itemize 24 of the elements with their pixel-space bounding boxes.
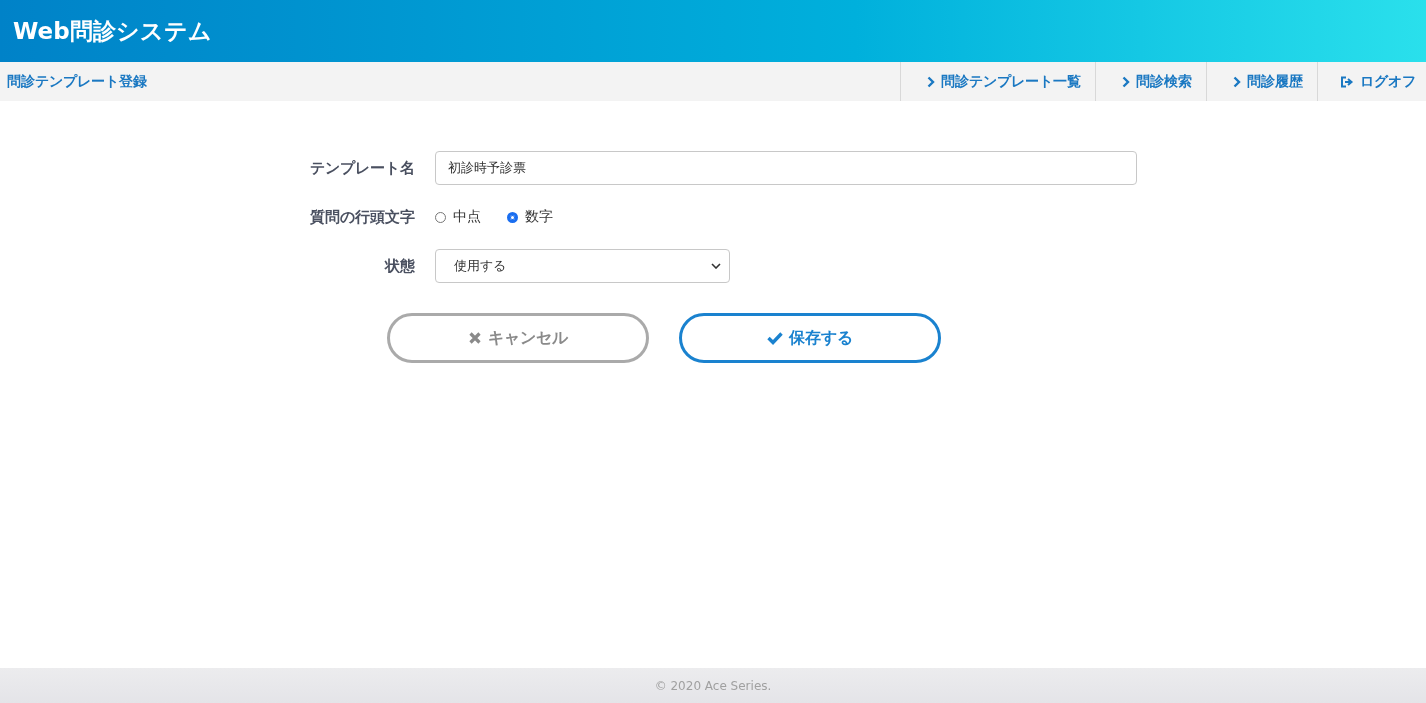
chevron-down-icon [711,263,721,269]
status-select[interactable]: 使用する [435,249,730,283]
check-icon [767,331,783,345]
chevron-right-icon [1122,75,1130,88]
app-title: Web問診システム [13,16,212,46]
chevron-right-icon [927,75,935,88]
close-icon [468,331,482,345]
nav-link[interactable]: 問診テンプレート一覧 [900,62,1095,101]
nav-link[interactable]: ログオフ [1317,62,1426,101]
nav-link[interactable]: 問診検索 [1095,62,1206,101]
logout-icon [1340,75,1354,88]
radio-option[interactable]: 中点 [435,208,481,226]
radio-option[interactable]: 数字 [507,208,553,226]
copyright-text: © 2020 Ace Series. [654,678,772,693]
field-label: テンプレート名 [309,158,416,178]
nav-link[interactable]: 問診履歴 [1206,62,1317,101]
field-label: 質問の行頭文字 [309,207,416,227]
template-name-input[interactable]: 初診時予診票 [435,151,1137,185]
radio-button[interactable] [507,211,518,223]
chevron-right-icon [1233,75,1241,88]
action-button[interactable]: 保存する [679,313,941,363]
field-label: 状態 [383,256,416,276]
page-title: 問診テンプレート登録 [6,72,147,91]
action-button[interactable]: キャンセル [387,313,649,363]
